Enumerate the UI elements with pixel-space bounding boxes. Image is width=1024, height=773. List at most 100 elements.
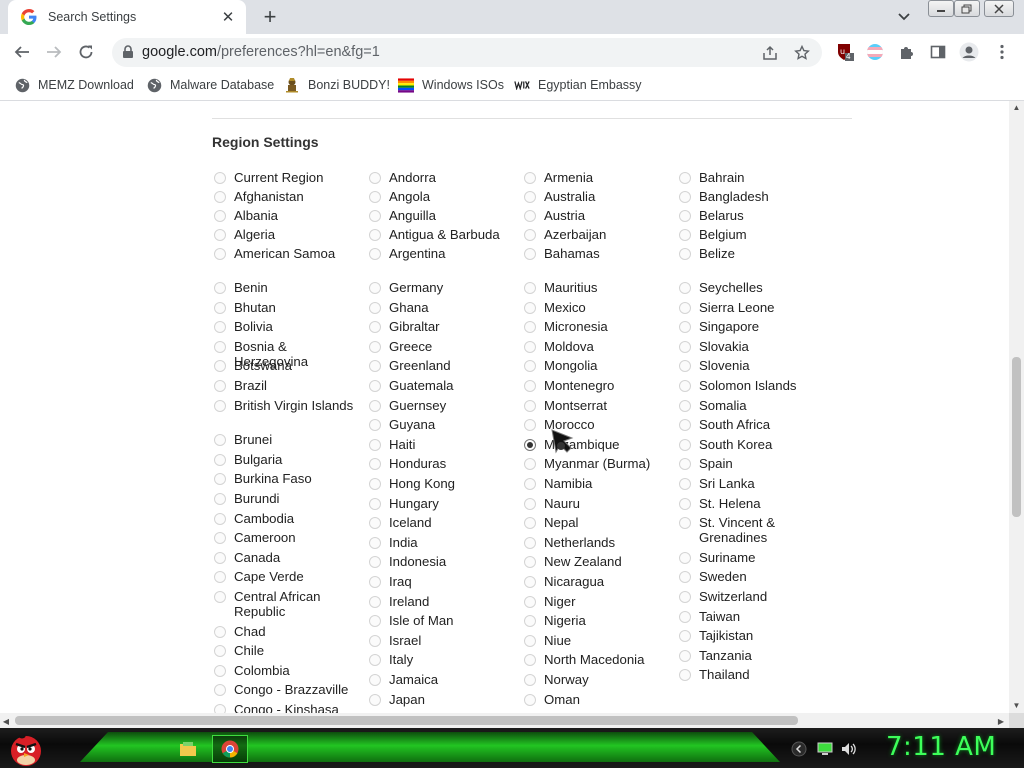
bookmark-windows-isos[interactable]: Windows ISOs [398,76,504,94]
horizontal-scrollbar[interactable]: ◀ ▶ [0,713,1009,728]
region-radio[interactable] [524,419,536,432]
region-radio[interactable] [679,380,691,392]
region-radio[interactable] [679,360,691,373]
region-radio[interactable] [679,248,691,260]
tab-search-settings[interactable]: Search Settings ✕ [8,0,246,34]
region-radio[interactable] [679,497,691,510]
region-radio[interactable] [524,301,536,314]
region-radio[interactable] [679,591,691,603]
region-radio[interactable] [369,438,381,451]
bookmark-memz-download[interactable]: MEMZ Download [14,76,134,94]
restore-button[interactable] [954,0,980,17]
region-radio[interactable] [214,380,226,392]
new-tab-button[interactable]: + [258,4,282,29]
region-radio[interactable] [524,634,536,647]
region-radio[interactable] [679,478,691,490]
region-radio[interactable] [679,321,691,334]
vertical-scrollbar[interactable]: ▲ ▼ [1009,101,1024,713]
region-radio[interactable] [524,556,536,569]
region-radio[interactable] [524,693,536,706]
lock-icon[interactable] [120,44,136,60]
scroll-right-arrow-icon[interactable]: ▶ [995,715,1007,727]
region-radio[interactable] [369,321,381,334]
region-radio[interactable] [679,210,691,222]
region-radio[interactable] [214,571,226,584]
region-radio[interactable] [524,172,536,184]
region-radio[interactable] [214,473,226,486]
region-radio[interactable] [214,591,226,603]
taskbar-clock[interactable]: 7:11 AM [886,732,996,762]
region-radio[interactable] [524,282,536,294]
region-radio[interactable] [369,595,381,608]
forward-button[interactable] [41,40,67,64]
region-radio[interactable] [369,576,381,588]
region-radio[interactable] [214,399,226,412]
region-radio[interactable] [524,248,536,260]
region-radio[interactable] [679,630,691,643]
region-radio[interactable] [214,360,226,373]
region-radio[interactable] [214,172,226,184]
region-radio[interactable] [679,282,691,294]
region-radio[interactable] [214,210,226,222]
region-radio[interactable] [214,434,226,447]
region-radio[interactable] [679,551,691,564]
region-radio[interactable] [369,248,381,260]
close-window-button[interactable] [984,0,1014,17]
network-icon[interactable] [816,740,834,758]
region-radio[interactable] [524,576,536,588]
taskbar-chrome[interactable] [212,735,248,763]
region-radio[interactable] [524,360,536,373]
minimize-button[interactable] [928,0,954,17]
scroll-up-arrow-icon[interactable]: ▲ [1009,101,1024,113]
region-radio[interactable] [369,674,381,686]
region-radio[interactable] [524,438,536,451]
region-radio[interactable] [524,210,536,222]
region-radio[interactable] [214,512,226,525]
region-radio[interactable] [214,684,226,697]
address-bar[interactable]: google.com/preferences?hl=en&fg=1 [112,38,822,67]
taskbar-file-explorer[interactable] [170,735,206,763]
region-radio[interactable] [524,615,536,628]
region-radio[interactable] [679,517,691,530]
bookmark-malware-database[interactable]: Malware Database [146,76,274,94]
region-radio[interactable] [214,664,226,677]
vertical-scroll-thumb[interactable] [1012,357,1021,517]
region-radio[interactable] [679,191,691,203]
horizontal-scroll-thumb[interactable] [15,716,798,725]
region-radio[interactable] [524,654,536,667]
bookmark-star-icon[interactable] [792,43,812,63]
scroll-left-arrow-icon[interactable]: ◀ [0,715,12,727]
region-radio[interactable] [214,532,226,545]
region-radio[interactable] [369,693,381,706]
region-radio[interactable] [369,634,381,647]
region-radio[interactable] [369,478,381,490]
scroll-down-arrow-icon[interactable]: ▼ [1009,699,1024,711]
region-radio[interactable] [369,517,381,530]
region-radio[interactable] [214,191,226,203]
region-radio[interactable] [369,340,381,353]
region-radio[interactable] [524,517,536,530]
region-radio[interactable] [369,615,381,628]
region-radio[interactable] [369,399,381,412]
region-radio[interactable] [679,419,691,432]
region-radio[interactable] [369,191,381,203]
region-radio[interactable] [214,493,226,505]
puzzle-extensions-icon[interactable] [896,42,918,62]
trans-flag-extension-icon[interactable] [864,42,886,62]
bookmark-bonzi-buddy[interactable]: Bonzi BUDDY! [284,76,390,94]
region-radio[interactable] [369,380,381,392]
region-radio[interactable] [679,229,691,241]
region-radio[interactable] [214,229,226,241]
region-radio[interactable] [679,340,691,353]
region-radio[interactable] [679,172,691,184]
volume-icon[interactable] [840,740,858,758]
region-radio[interactable] [369,360,381,373]
region-radio[interactable] [214,321,226,334]
region-radio[interactable] [679,649,691,662]
region-radio[interactable] [369,497,381,510]
region-radio[interactable] [524,191,536,203]
close-tab-icon[interactable]: ✕ [216,5,240,29]
region-radio[interactable] [524,229,536,241]
region-radio[interactable] [369,458,381,471]
region-radio[interactable] [214,551,226,564]
